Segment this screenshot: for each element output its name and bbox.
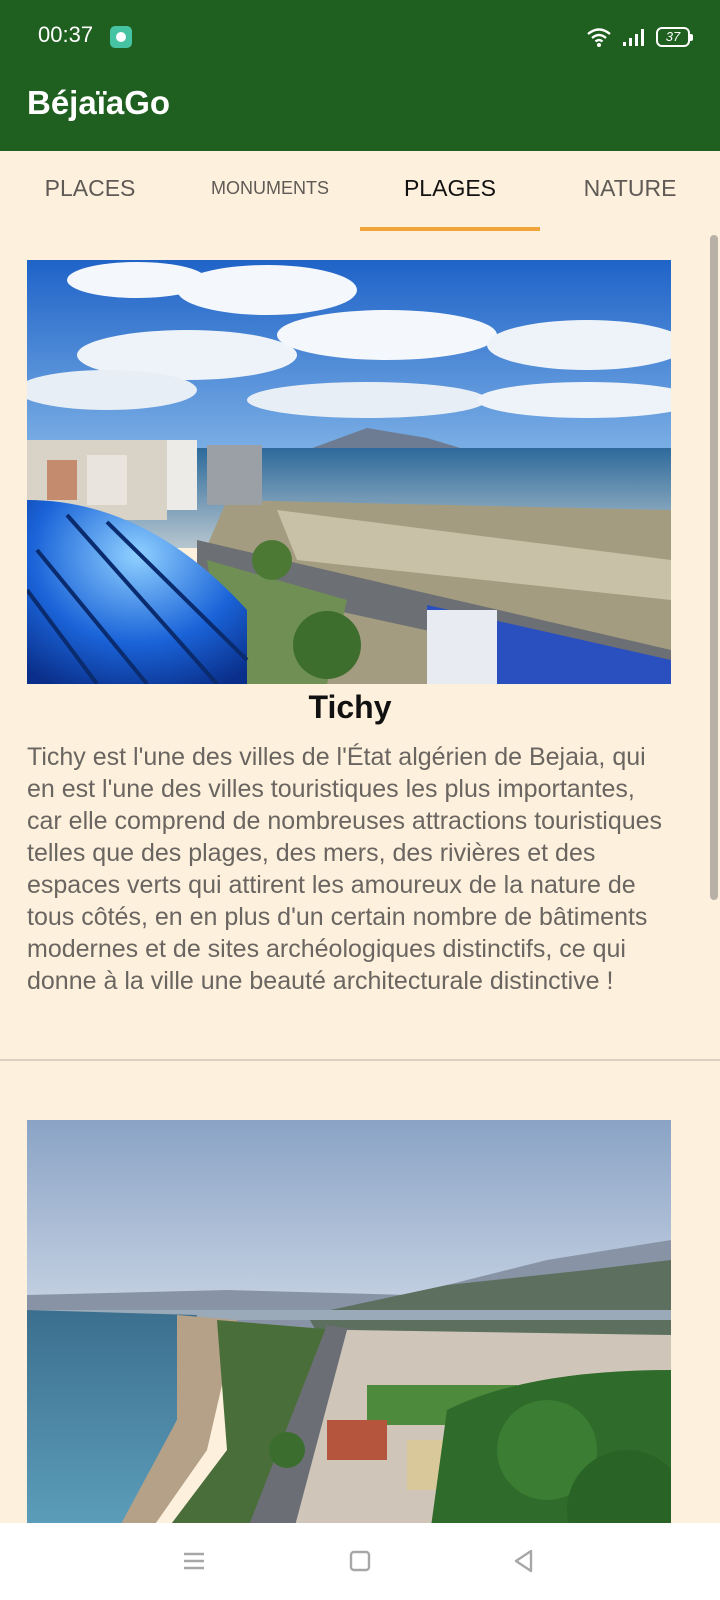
- place-name: Tichy: [308, 689, 392, 725]
- tab-nature[interactable]: NATURE: [540, 151, 720, 231]
- app-title: BéjaïaGo: [27, 84, 171, 121]
- list-item[interactable]: Tichy Tichy est l'une des villes de l'Ét…: [0, 231, 720, 1061]
- signal-icon: [623, 29, 644, 46]
- home-icon[interactable]: [344, 1545, 376, 1577]
- status-time: 00:37: [38, 22, 94, 47]
- tab-plages[interactable]: PLAGES: [360, 151, 540, 231]
- app-screen: 00:37 37 BéjaïaGo PLACES MONUMENTS PLAGE…: [0, 0, 720, 1600]
- app-bar: 00:37 37 BéjaïaGo: [0, 0, 720, 151]
- place-photo[interactable]: [27, 260, 671, 684]
- wifi-icon: [587, 28, 611, 47]
- status-bar: 00:37 37: [0, 0, 720, 72]
- battery-icon: 37: [656, 27, 693, 47]
- menu-icon[interactable]: [178, 1545, 210, 1577]
- places-list[interactable]: Tichy Tichy est l'une des villes de l'Ét…: [0, 231, 720, 1523]
- list-item[interactable]: [0, 1061, 720, 1523]
- system-navigation-bar: [0, 1523, 720, 1600]
- back-icon[interactable]: [508, 1545, 540, 1577]
- scrollbar[interactable]: [710, 235, 718, 900]
- message-app-icon: [110, 26, 132, 48]
- tab-monuments[interactable]: MONUMENTS: [180, 151, 360, 231]
- tab-places[interactable]: PLACES: [0, 151, 180, 231]
- place-description: Tichy est l'une des villes de l'État alg…: [27, 743, 663, 995]
- status-icons: 37: [586, 22, 693, 52]
- place-photo[interactable]: [27, 1120, 671, 1523]
- category-tabs: PLACES MONUMENTS PLAGES NATURE: [0, 151, 720, 231]
